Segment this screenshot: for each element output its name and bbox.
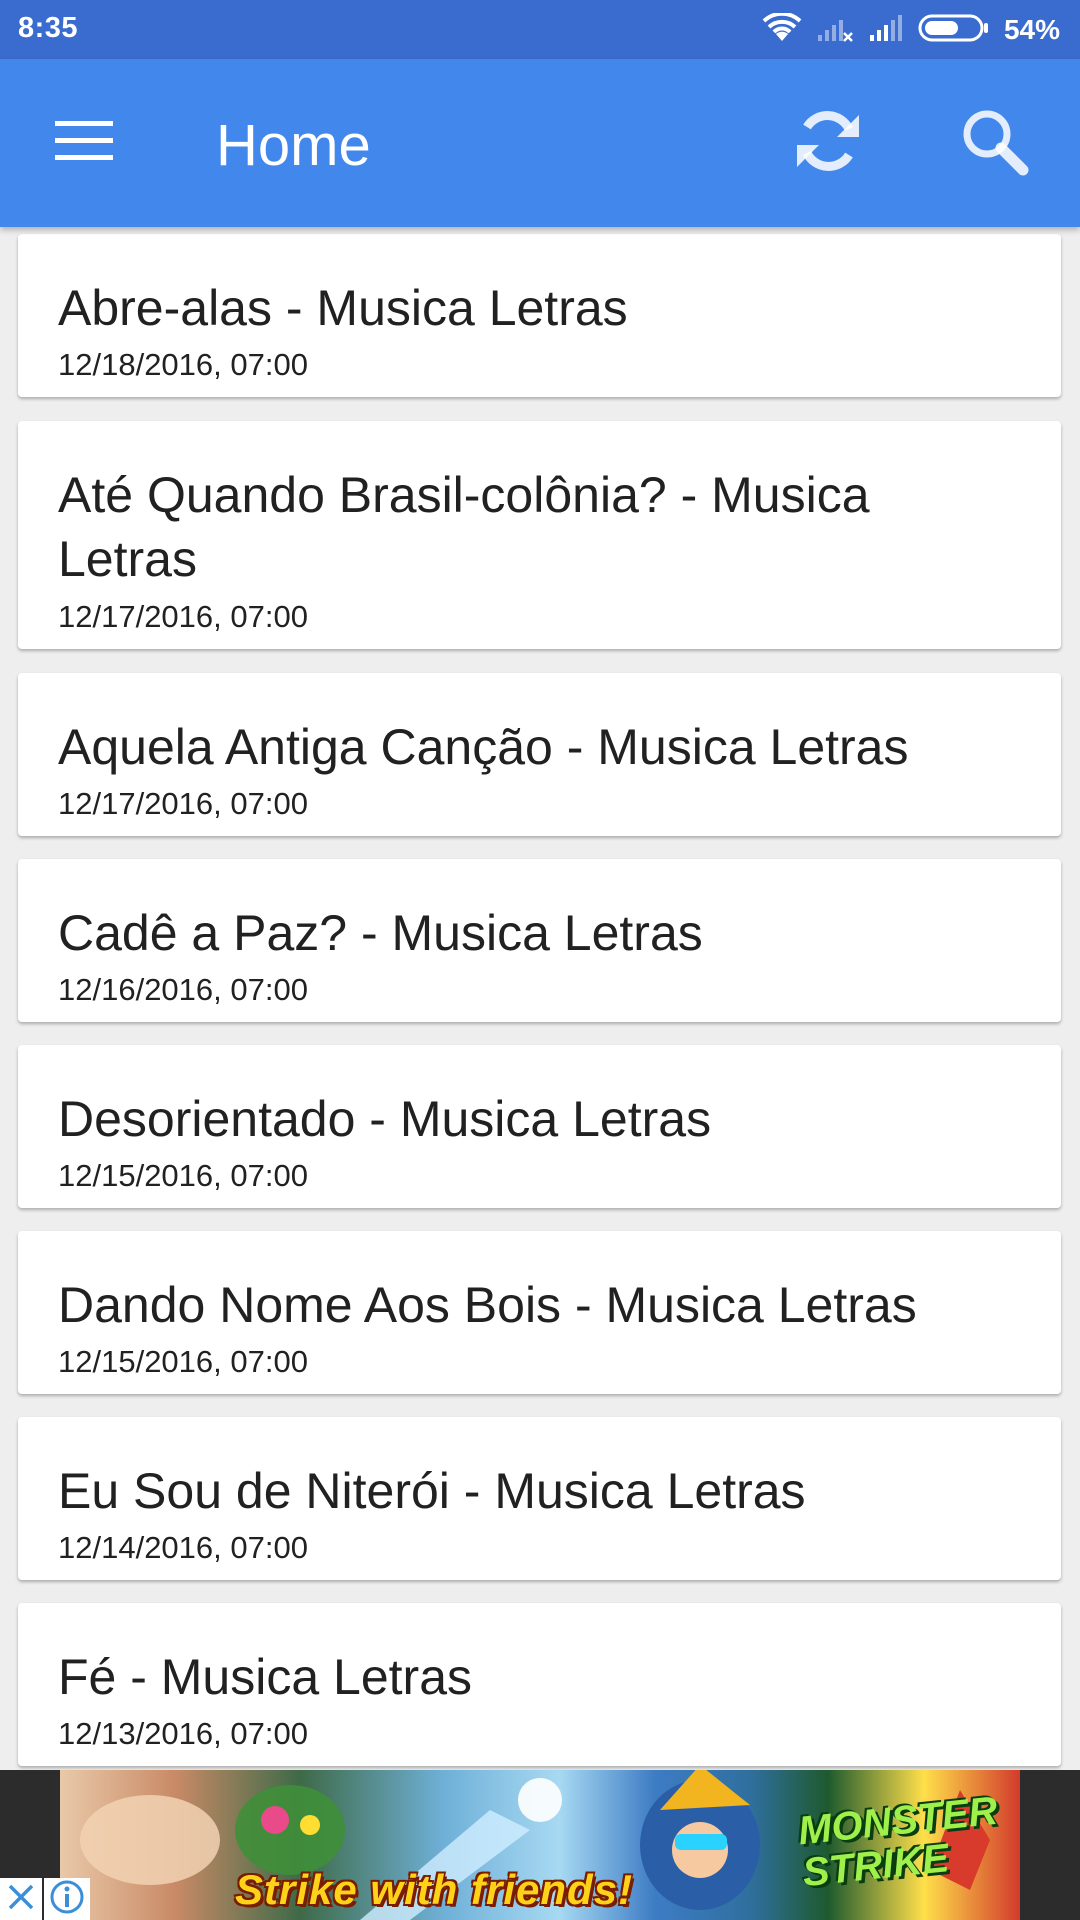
search-button[interactable] (950, 99, 1038, 187)
ad-slogan: Strike with friends! (235, 1866, 634, 1913)
post-title: Eu Sou de Niterói - Musica Letras (58, 1463, 806, 1519)
post-title: Aquela Antiga Canção - Musica Letras (58, 719, 909, 775)
list-item[interactable]: Aquela Antiga Canção - Musica Letras 12/… (18, 673, 1061, 836)
post-title: Fé - Musica Letras (58, 1649, 473, 1705)
post-title: Até Quando Brasil-colônia? - Musica Letr… (58, 467, 870, 587)
signal-icon (868, 13, 904, 48)
list-item[interactable]: Fé - Musica Letras 12/13/2016, 07:00 (18, 1603, 1061, 1766)
post-date: 12/15/2016, 07:00 (58, 1344, 308, 1379)
close-icon (6, 1882, 36, 1917)
signal-no-sim-icon (816, 13, 854, 48)
status-bar: 8:35 54% (0, 0, 1080, 59)
post-list[interactable]: Abre-alas - Musica Letras 12/18/2016, 07… (0, 227, 1080, 1770)
search-icon (959, 106, 1029, 181)
post-date: 12/17/2016, 07:00 (58, 599, 308, 634)
ad-banner[interactable]: Strike with friends! MONSTER STRIKE (0, 1770, 1080, 1920)
post-date: 12/15/2016, 07:00 (58, 1158, 308, 1193)
list-item[interactable]: Dando Nome Aos Bois - Musica Letras 12/1… (18, 1231, 1061, 1394)
post-date: 12/14/2016, 07:00 (58, 1530, 308, 1565)
list-item[interactable]: Abre-alas - Musica Letras 12/18/2016, 07… (18, 234, 1061, 397)
list-item[interactable]: Cadê a Paz? - Musica Letras 12/16/2016, … (18, 859, 1061, 1022)
app-bar: Home (0, 59, 1080, 227)
ad-info-button[interactable] (44, 1878, 90, 1920)
page-title: Home (216, 113, 371, 178)
menu-button[interactable] (40, 103, 128, 183)
refresh-icon (793, 105, 863, 182)
ad-image[interactable]: Strike with friends! MONSTER STRIKE (60, 1770, 1020, 1920)
status-icons: 54% (762, 11, 1060, 48)
battery-percentage: 54% (1003, 14, 1060, 45)
refresh-button[interactable] (784, 99, 872, 187)
post-title: Abre-alas - Musica Letras (58, 280, 628, 336)
post-title: Dando Nome Aos Bois - Musica Letras (58, 1277, 917, 1333)
battery-icon (918, 13, 990, 48)
ad-close-button[interactable] (0, 1878, 42, 1920)
status-time: 8:35 (18, 12, 79, 44)
list-item[interactable]: Desorientado - Musica Letras 12/15/2016,… (18, 1045, 1061, 1208)
post-title: Cadê a Paz? - Musica Letras (58, 905, 703, 961)
post-date: 12/13/2016, 07:00 (58, 1716, 308, 1751)
list-item[interactable]: Eu Sou de Niterói - Musica Letras 12/14/… (18, 1417, 1061, 1580)
hamburger-menu-icon (55, 119, 113, 168)
wifi-icon (762, 11, 802, 48)
list-item[interactable]: Até Quando Brasil-colônia? - Musica Letr… (18, 421, 1061, 649)
post-date: 12/16/2016, 07:00 (58, 972, 308, 1007)
post-date: 12/17/2016, 07:00 (58, 786, 308, 821)
post-date: 12/18/2016, 07:00 (58, 347, 308, 382)
info-icon (49, 1879, 85, 1920)
post-title: Desorientado - Musica Letras (58, 1091, 712, 1147)
